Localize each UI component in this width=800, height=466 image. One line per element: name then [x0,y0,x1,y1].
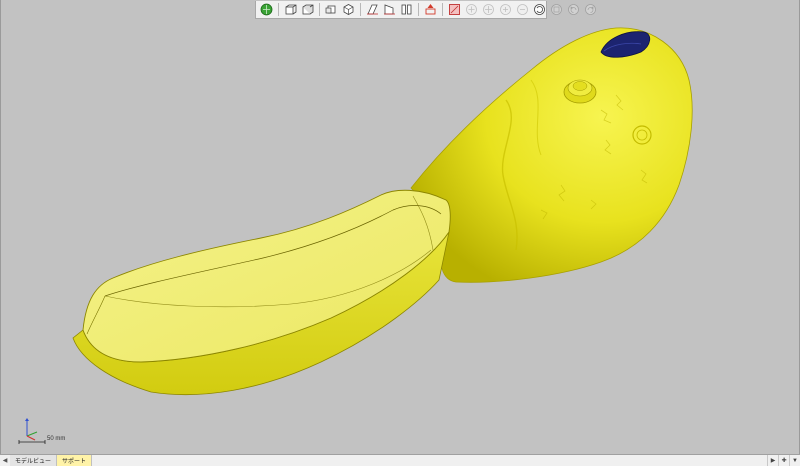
cube-iso-view-icon[interactable] [341,3,356,17]
tab-scroll-right-icon[interactable]: ▶ [767,455,778,466]
model-render[interactable] [1,0,800,454]
measure-distance-icon[interactable] [447,3,462,17]
tab-menu-icon[interactable]: ▼ [789,455,800,466]
x-axis-icon [26,435,36,441]
fit-view-icon[interactable] [549,3,564,17]
toolbar-separator [278,3,279,16]
clipping-box-icon[interactable] [423,3,438,17]
tab-support[interactable]: サポート [57,455,93,466]
cube-side-view-icon[interactable] [324,3,339,17]
measure-angle-icon[interactable] [464,3,479,17]
zoom-out-icon[interactable] [515,3,530,17]
tab-model-view[interactable]: モデルビュー [10,455,58,466]
view-toolbar [255,1,596,19]
tab-list-icon[interactable]: ✚ [778,455,789,466]
section-plane-alt-icon[interactable] [382,3,397,17]
toolbar-separator [360,3,361,16]
parallel-bars-icon[interactable] [399,3,414,17]
scale-label: 50 mm [47,436,66,442]
tab-scroll-left-icon[interactable]: ◀ [0,455,10,466]
redo-view-icon[interactable] [583,3,598,17]
toolbar-separator [418,3,419,16]
toolbar-separator [442,3,443,16]
cube-front-view-icon[interactable] [283,3,298,17]
rotate-icon[interactable] [532,3,547,17]
view-tab-bar: ◀ モデルビュー サポート ▶ ✚ ▼ [0,454,800,466]
3d-viewport[interactable]: 50 mm [0,0,800,454]
axis-triad-icon [18,418,46,444]
seat[interactable] [72,189,451,396]
globe-view-icon[interactable] [259,3,274,17]
y-axis-icon [26,431,38,437]
toolbar-separator [319,3,320,16]
section-plane-icon[interactable] [365,3,380,17]
undo-view-icon[interactable] [566,3,581,17]
zoom-in-icon[interactable] [498,3,513,17]
pan-icon[interactable] [481,3,496,17]
fuel-tank[interactable] [410,27,693,283]
cube-top-view-icon[interactable] [300,3,315,17]
